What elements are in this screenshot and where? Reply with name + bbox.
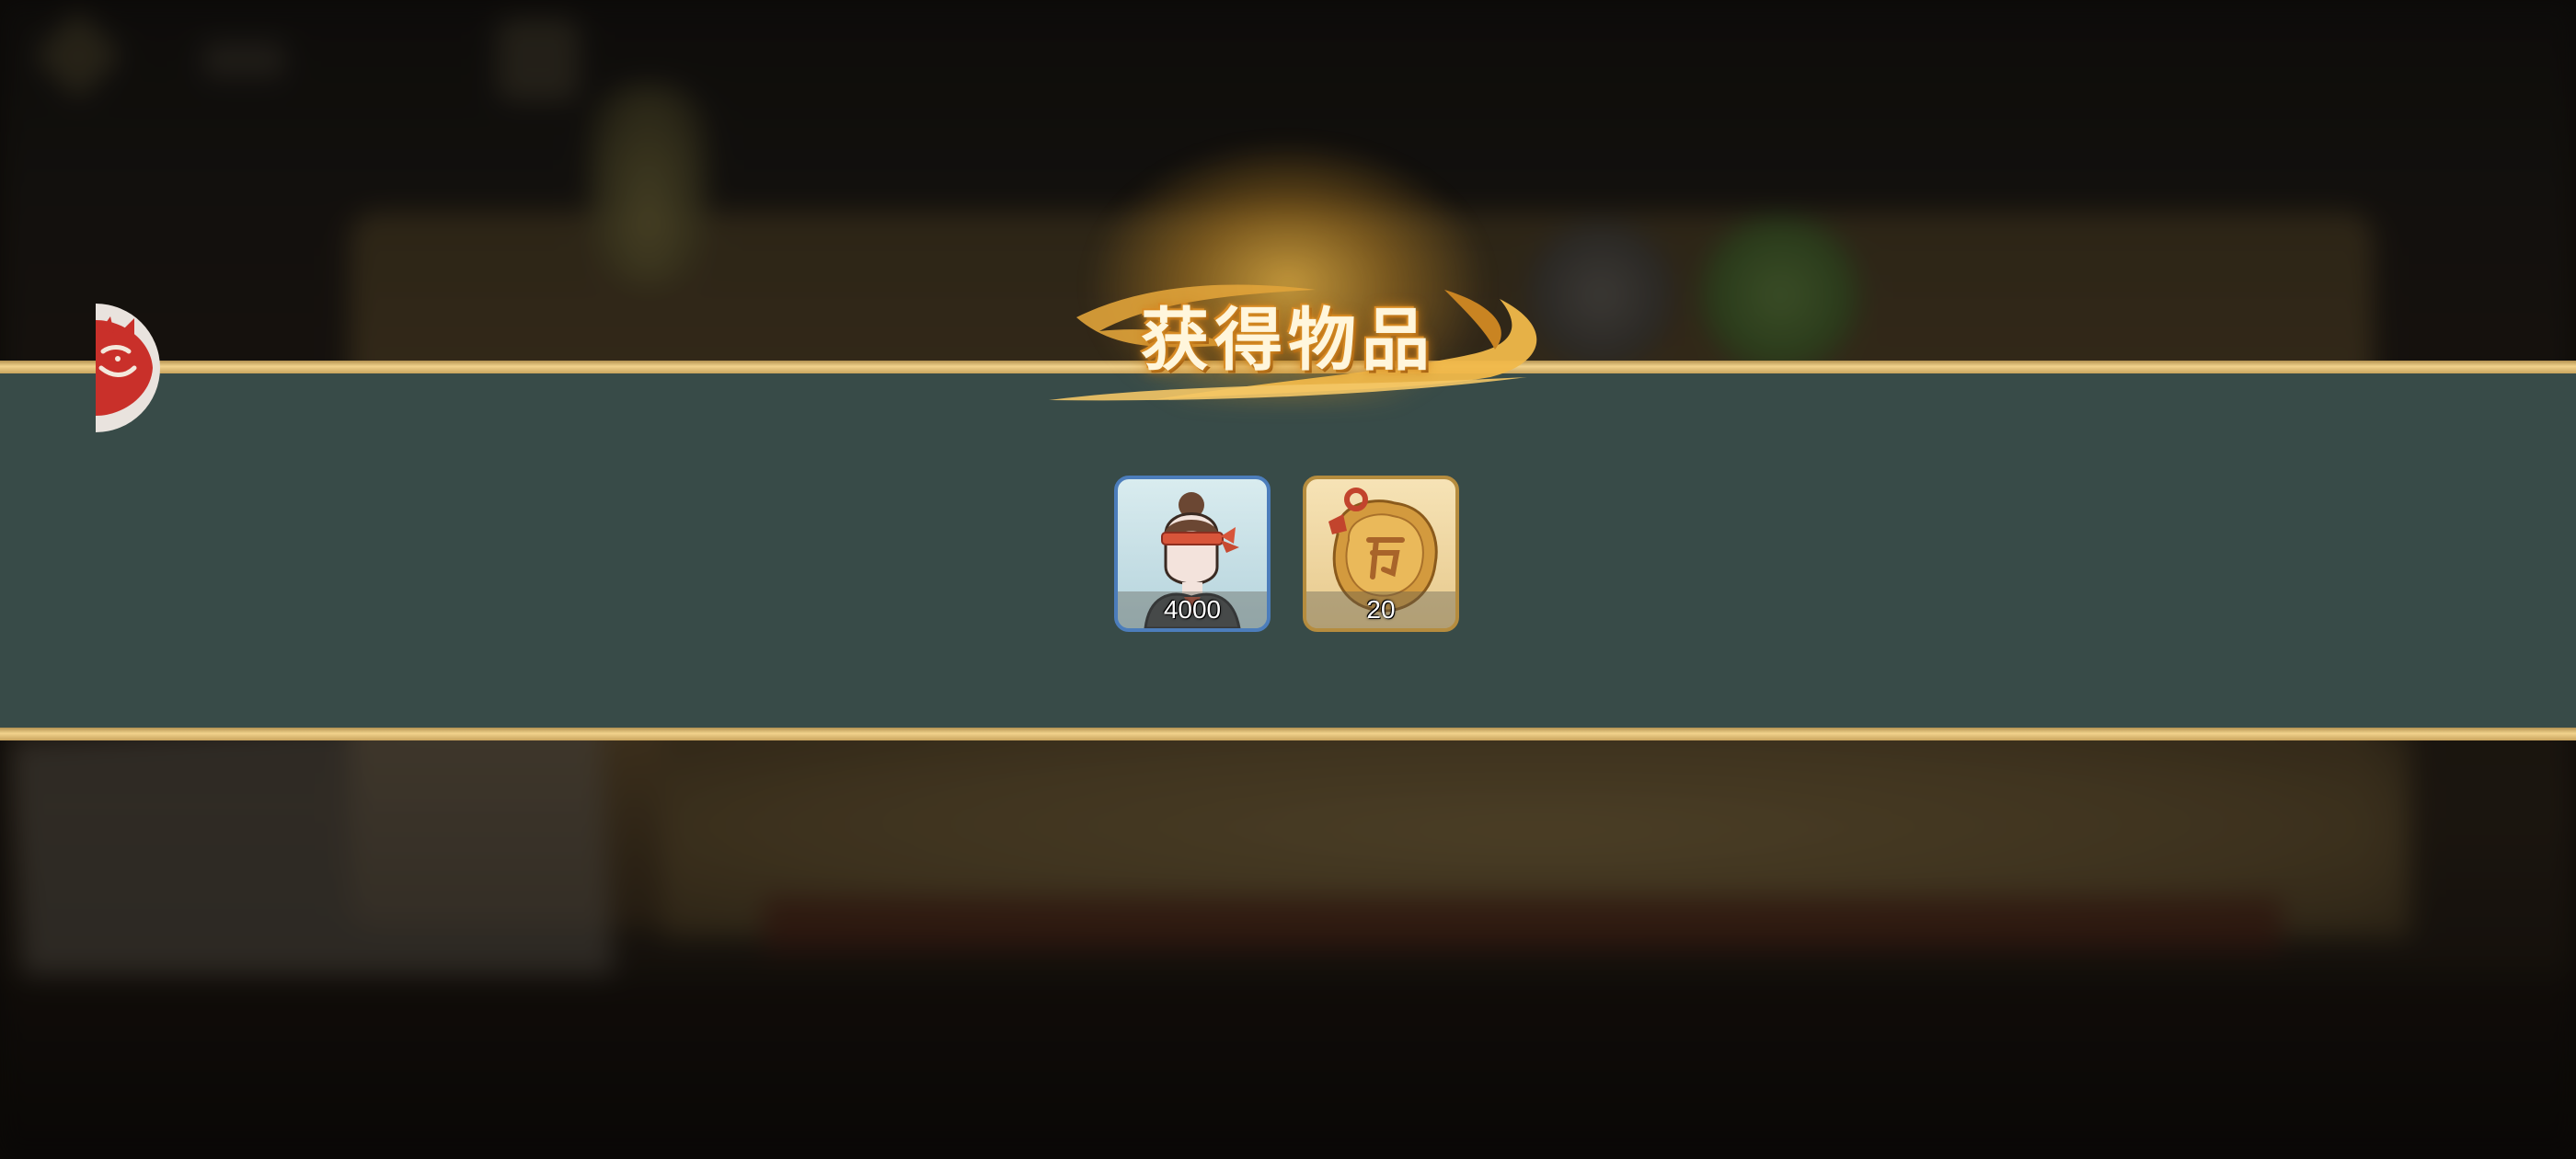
- reward-title: 获得物品: [1141, 301, 1435, 380]
- game-screen: 获得物品 4000 20: [0, 0, 2576, 1159]
- reward-banner: [0, 366, 2576, 734]
- item-count: 4000: [1163, 595, 1222, 624]
- item-count: 20: [1366, 595, 1396, 624]
- reward-item-hero[interactable]: 4000: [1114, 476, 1271, 632]
- side-avatar-button[interactable]: [96, 304, 162, 432]
- banner-bottom-border: [0, 728, 2576, 740]
- reward-item-token[interactable]: 20: [1303, 476, 1459, 632]
- red-demon-mask-icon: [96, 304, 160, 432]
